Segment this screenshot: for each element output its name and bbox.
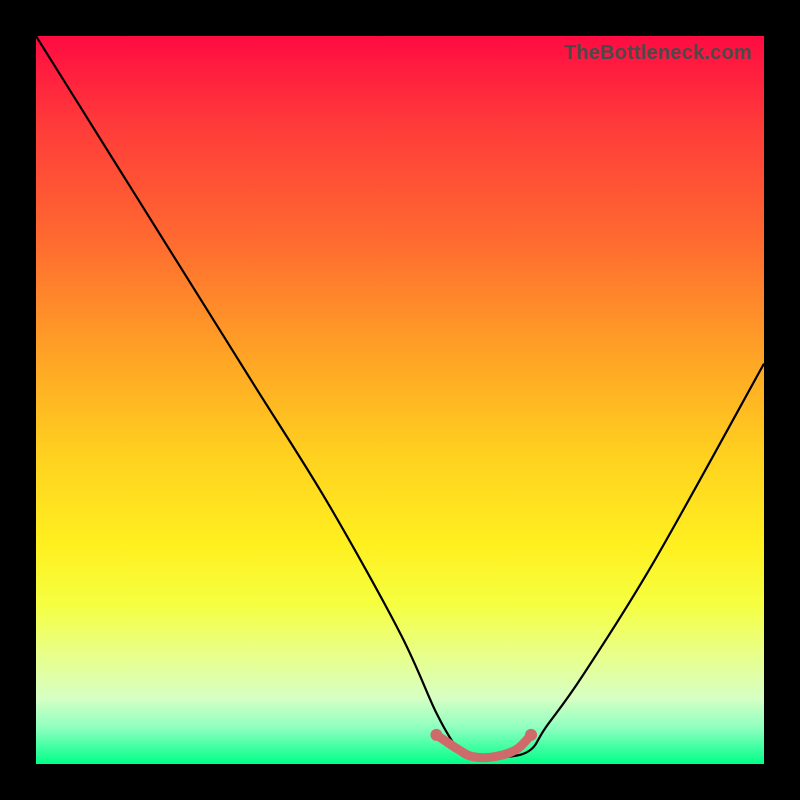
plot-area: TheBottleneck.com	[36, 36, 764, 764]
sweet-spot-dot-right	[525, 729, 537, 741]
sweet-spot-dot-left	[430, 729, 442, 741]
bottleneck-curve-path	[36, 36, 764, 758]
chart-svg	[36, 36, 764, 764]
chart-frame: TheBottleneck.com	[0, 0, 800, 800]
